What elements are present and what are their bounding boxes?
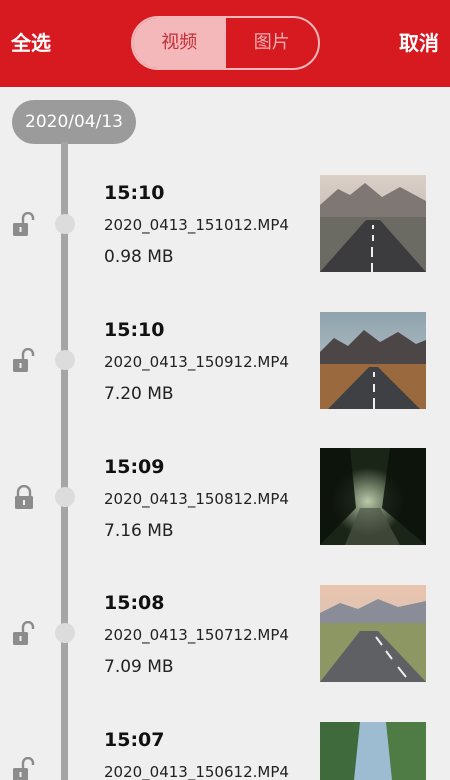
video-thumbnail[interactable] — [320, 175, 426, 272]
item-size: 7.09 MB — [104, 657, 174, 677]
item-filename: 2020_0413_150812.MP4 — [104, 490, 289, 508]
unlock-icon[interactable] — [12, 211, 36, 238]
unlock-icon[interactable] — [12, 347, 36, 374]
timeline-node — [55, 623, 75, 643]
item-filename: 2020_0413_151012.MP4 — [104, 216, 289, 234]
unlock-icon[interactable] — [12, 756, 36, 780]
item-time: 15:10 — [104, 182, 165, 204]
item-time: 15:07 — [104, 729, 165, 751]
video-thumbnail[interactable] — [320, 448, 426, 545]
timeline-line — [61, 142, 68, 780]
item-time: 15:08 — [104, 592, 165, 614]
timeline-node — [55, 487, 75, 507]
media-type-switch: 视频 图片 — [131, 16, 320, 70]
date-group-label: 2020/04/13 — [12, 100, 136, 144]
top-bar: 全选 视频 图片 取消 — [0, 0, 450, 87]
lock-icon[interactable] — [12, 484, 36, 511]
tab-video[interactable]: 视频 — [133, 18, 226, 68]
item-size: 0.98 MB — [104, 247, 174, 267]
item-time: 15:09 — [104, 456, 165, 478]
unlock-icon[interactable] — [12, 620, 36, 647]
video-thumbnail[interactable] — [320, 722, 426, 780]
video-thumbnail[interactable] — [320, 585, 426, 682]
item-filename: 2020_0413_150712.MP4 — [104, 626, 289, 644]
video-thumbnail[interactable] — [320, 312, 426, 409]
select-all-button[interactable]: 全选 — [11, 0, 51, 87]
item-size: 7.16 MB — [104, 521, 174, 541]
timeline-node — [55, 350, 75, 370]
item-time: 15:10 — [104, 319, 165, 341]
cancel-button[interactable]: 取消 — [399, 0, 439, 87]
item-filename: 2020_0413_150912.MP4 — [104, 353, 289, 371]
tab-photo[interactable]: 图片 — [226, 18, 319, 68]
item-size: 7.20 MB — [104, 384, 174, 404]
timeline-node — [55, 214, 75, 234]
item-filename: 2020_0413_150612.MP4 — [104, 763, 289, 780]
